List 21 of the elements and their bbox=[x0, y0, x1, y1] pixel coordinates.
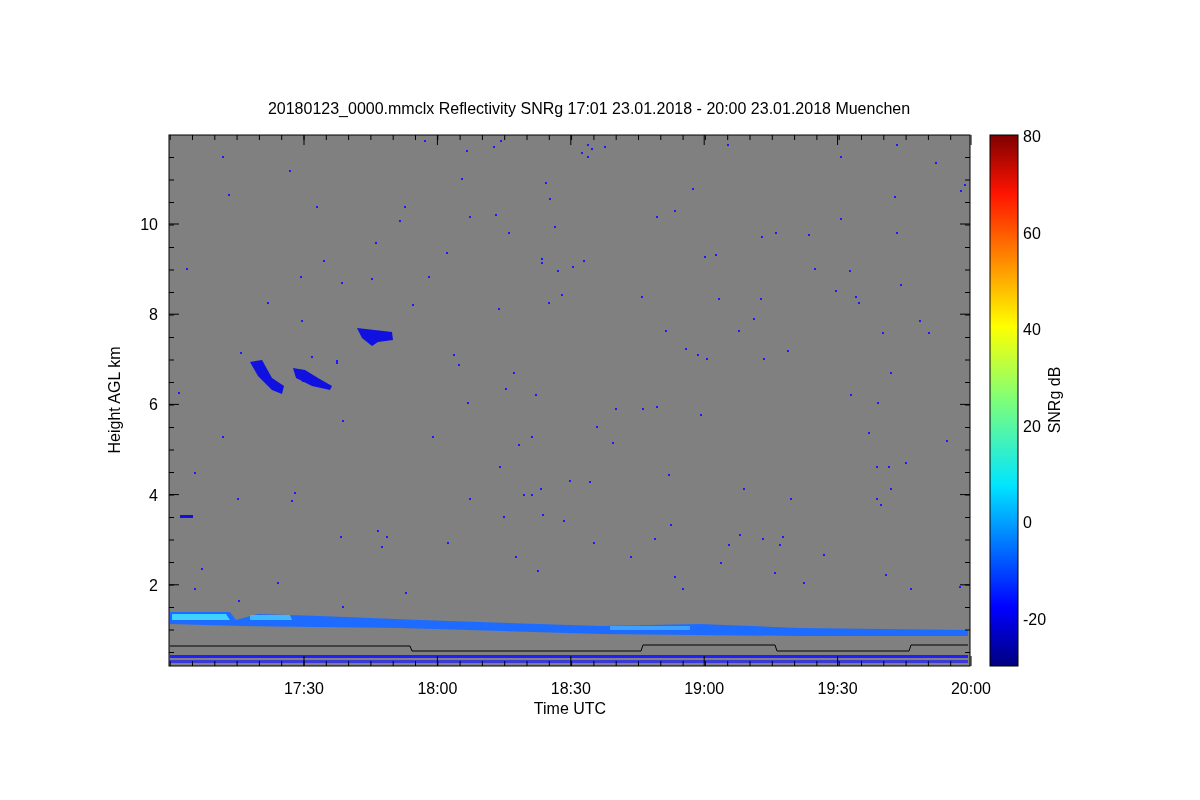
tick-label: 2 bbox=[149, 576, 158, 594]
tick-label: 40 bbox=[1023, 321, 1041, 339]
tick-label: 20 bbox=[1023, 417, 1041, 435]
tick-label: 20:00 bbox=[951, 680, 991, 697]
tick-label: 0 bbox=[1023, 514, 1032, 532]
tick-label: 4 bbox=[149, 486, 158, 504]
axis-label: SNRg dB bbox=[1046, 366, 1063, 434]
tick-label: 60 bbox=[1023, 224, 1041, 242]
tick-label: 19:00 bbox=[684, 680, 725, 697]
tick-label: 19:30 bbox=[817, 680, 858, 697]
tick-label: 6 bbox=[149, 396, 158, 414]
tick-label: 80 bbox=[1023, 128, 1041, 145]
tick-label: 18:30 bbox=[550, 680, 591, 697]
tick-label: -20 bbox=[1023, 611, 1047, 628]
axis-label: Time UTC bbox=[533, 700, 607, 717]
tick-label: 8 bbox=[149, 306, 158, 324]
axis-label: Height AGL km bbox=[106, 346, 123, 454]
chart-title: 20180123_0000.mmclx Reflectivity SNRg 17:01 23.01.2018 - 20:00 23.01.2018 Muenchen bbox=[267, 100, 911, 117]
tick-label: 10 bbox=[140, 216, 158, 233]
tick-label: 18:00 bbox=[417, 680, 458, 697]
tick-label: 17:30 bbox=[284, 680, 324, 697]
